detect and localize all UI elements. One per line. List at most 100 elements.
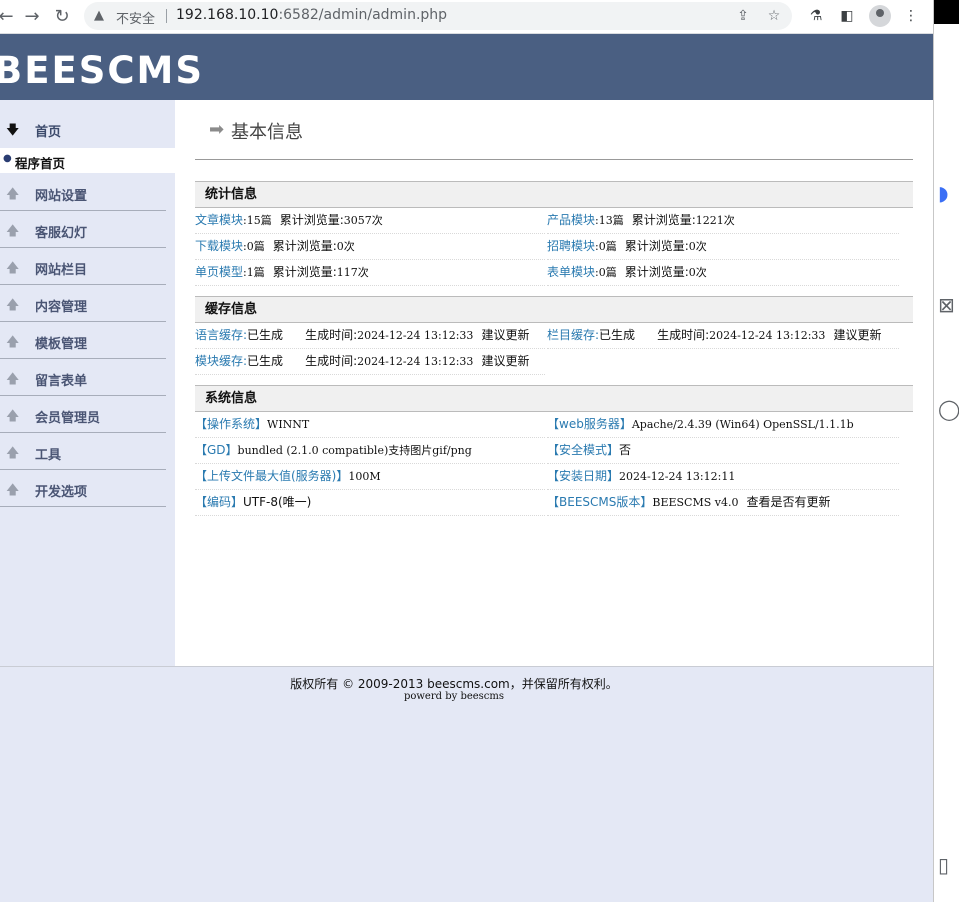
stat-cell: 产品模块:13篇 累计浏览量:1221次: [547, 208, 899, 234]
system-cell: 【安装日期】2024-12-24 13:12:11: [547, 464, 899, 490]
arrow-up-icon: 🡅: [6, 409, 20, 424]
system-heading: 系统信息: [195, 385, 913, 412]
system-cell: 【BEESCMS版本】BEESCMS v4.0 查看是否有更新: [547, 490, 899, 516]
module-link[interactable]: 下载模块: [195, 239, 243, 253]
sidebar-item-label: 留言表单: [35, 374, 88, 389]
suggest-update-link[interactable]: 建议更新: [833, 328, 881, 342]
system-cell: 【操作系统】WINNT: [195, 412, 545, 438]
back-icon[interactable]: ←: [0, 5, 18, 29]
stat-cell: 下载模块:0篇 累计浏览量:0次: [195, 234, 545, 260]
stat-cell: 单页模型:1篇 累计浏览量:117次: [195, 260, 545, 286]
url-text[interactable]: 192.168.10.10:6582/admin/admin.php: [176, 7, 447, 23]
table-row: 【编码】UTF-8(唯一) 【BEESCMS版本】BEESCMS v4.0 查看是…: [195, 490, 913, 516]
system-cell: 【上传文件最大值(服务器)】100M: [195, 464, 545, 490]
site-logo: BEESCMS: [0, 49, 205, 92]
sidebar-item-site-settings[interactable]: 🡅 网站设置: [0, 174, 166, 211]
sidebar-item-label: 内容管理: [35, 300, 88, 315]
system-section: 系统信息 【操作系统】WINNT 【web服务器】Apache/2.4.39 (…: [195, 385, 913, 516]
stat-cell: 文章模块:15篇 累计浏览量:3057次: [195, 208, 545, 234]
system-cell: 【web服务器】Apache/2.4.39 (Win64) OpenSSL/1.…: [547, 412, 899, 438]
table-row: 【操作系统】WINNT 【web服务器】Apache/2.4.39 (Win64…: [195, 412, 913, 438]
bullet-icon: ●: [3, 153, 12, 164]
powered-by-text: powerd by beescms: [403, 691, 505, 702]
system-cell: 【GD】bundled (2.1.0 compatible)支持图片gif/pn…: [195, 438, 545, 464]
reload-icon[interactable]: ↻: [50, 5, 74, 29]
arrow-up-icon: 🡅: [6, 372, 20, 387]
side-panel-header: [934, 0, 959, 24]
sidebar-item-label: 网站栏目: [35, 263, 88, 278]
sidebar-subitem-label: 程序首页: [15, 156, 66, 171]
sidebar-item-member-admin[interactable]: 🡅 会员管理员: [0, 396, 166, 433]
table-row: 单页模型:1篇 累计浏览量:117次 表单模块:0篇 累计浏览量:0次: [195, 260, 913, 286]
sidebar-item-label: 开发选项: [35, 485, 88, 500]
arrow-up-icon: 🡅: [6, 298, 20, 313]
table-row: 语言缓存:已生成 生成时间:2024-12-24 13:12:33 建议更新 栏目缓…: [195, 323, 913, 349]
sidebar-item-content-management[interactable]: 🡅 内容管理: [0, 285, 166, 322]
arrow-up-icon: 🡅: [6, 483, 20, 498]
sidebar-item-service-slides[interactable]: 🡅 客服幻灯: [0, 211, 166, 248]
arrow-down-icon: 🡇: [6, 123, 20, 138]
check-update-link[interactable]: 查看是否有更新: [746, 495, 830, 509]
lab-flask-icon[interactable]: ⚗: [806, 6, 826, 26]
arrow-up-icon: 🡅: [6, 446, 20, 461]
forward-icon[interactable]: →: [20, 5, 44, 29]
cache-link[interactable]: 语言缓存:: [195, 328, 247, 342]
share-icon[interactable]: ⇪: [734, 7, 752, 25]
address-separator: [166, 9, 167, 23]
browser-side-panel: ◗ ⊠ ◯ ▯: [933, 0, 959, 902]
copyright-text: 版权所有 © 2009-2013 beescms.com，并保留所有权利。: [290, 677, 618, 691]
device-icon[interactable]: ▯: [938, 850, 959, 880]
table-row: 文章模块:15篇 累计浏览量:3057次 产品模块:13篇 累计浏览量:1221次: [195, 208, 913, 234]
address-bar[interactable]: ▲ 不安全 192.168.10.10:6582/admin/admin.php…: [84, 2, 792, 30]
cache-link[interactable]: 栏目缓存:: [547, 328, 599, 342]
module-link[interactable]: 产品模块: [547, 213, 595, 227]
arrow-up-icon: 🡅: [6, 335, 20, 350]
page-title-bar: ➡ 基本信息: [195, 100, 913, 160]
module-link[interactable]: 单页模型: [195, 265, 243, 279]
system-cell: 【安全模式】否: [547, 438, 899, 464]
assistant-icon[interactable]: ◗: [938, 178, 959, 208]
page-title: 基本信息: [231, 122, 303, 143]
menu-kebab-icon[interactable]: ⋮: [901, 6, 921, 26]
footer: 版权所有 © 2009-2013 beescms.com，并保留所有权利。 po…: [0, 666, 933, 902]
warning-icon[interactable]: ▲: [94, 8, 104, 23]
bookmark-star-icon[interactable]: ☆: [765, 7, 783, 25]
cache-cell: 栏目缓存:已生成 生成时间:2024-12-24 13:12:33 建议更新: [547, 323, 899, 349]
module-link[interactable]: 招聘模块: [547, 239, 595, 253]
arrow-up-icon: 🡅: [6, 187, 20, 202]
system-cell: 【编码】UTF-8(唯一): [195, 490, 545, 516]
sidebar-item-dev-options[interactable]: 🡅 开发选项: [0, 470, 166, 507]
browser-toolbar: ← → ↻ ▲ 不安全 192.168.10.10:6582/admin/adm…: [0, 0, 933, 34]
sidebar-item-tools[interactable]: 🡅 工具: [0, 433, 166, 470]
stats-section: 统计信息 文章模块:15篇 累计浏览量:3057次 产品模块:13篇 累计浏览量:1…: [195, 181, 913, 286]
sidebar-item-label: 网站设置: [35, 189, 88, 204]
sidebar-item-site-columns[interactable]: 🡅 网站栏目: [0, 248, 166, 285]
sidebar-item-label: 工具: [35, 448, 62, 463]
chat-bubble-icon[interactable]: ◯: [938, 394, 959, 424]
security-label[interactable]: 不安全: [116, 8, 155, 27]
table-row: 【上传文件最大值(服务器)】100M 【安装日期】2024-12-24 13:1…: [195, 464, 913, 490]
cache-heading: 缓存信息: [195, 296, 913, 323]
side-panel-icon[interactable]: ◧: [837, 6, 857, 26]
sidebar-subitem-program-home[interactable]: ● 程序首页: [0, 148, 175, 173]
arrow-up-icon: 🡅: [6, 261, 20, 276]
sidebar-item-template-management[interactable]: 🡅 模板管理: [0, 322, 166, 359]
stat-cell: 招聘模块:0篇 累计浏览量:0次: [547, 234, 899, 260]
module-link[interactable]: 文章模块: [195, 213, 243, 227]
module-link[interactable]: 表单模块: [547, 265, 595, 279]
sidebar-item-label: 会员管理员: [35, 411, 101, 426]
suggest-update-link[interactable]: 建议更新: [481, 328, 529, 342]
cms-header: BEESCMS: [0, 34, 933, 100]
sidebar-item-label: 客服幻灯: [35, 226, 88, 241]
sidebar: 🡇 首页 ● 程序首页 🡅 网站设置 🡅 客服幻灯 🡅 网站栏目 🡅 内容管理 …: [0, 100, 175, 666]
cache-cell: 模块缓存:已生成 生成时间:2024-12-24 13:12:33 建议更新: [195, 349, 545, 375]
sidebar-item-message-forms[interactable]: 🡅 留言表单: [0, 359, 166, 396]
stat-cell: 表单模块:0篇 累计浏览量:0次: [547, 260, 899, 286]
sidebar-item-home[interactable]: 🡇 首页: [0, 110, 166, 147]
arrow-up-icon: 🡅: [6, 224, 20, 239]
cache-link[interactable]: 模块缓存:: [195, 354, 247, 368]
close-panel-icon[interactable]: ⊠: [938, 290, 959, 320]
profile-avatar-icon[interactable]: [869, 5, 891, 27]
table-row: 【GD】bundled (2.1.0 compatible)支持图片gif/pn…: [195, 438, 913, 464]
suggest-update-link[interactable]: 建议更新: [481, 354, 529, 368]
